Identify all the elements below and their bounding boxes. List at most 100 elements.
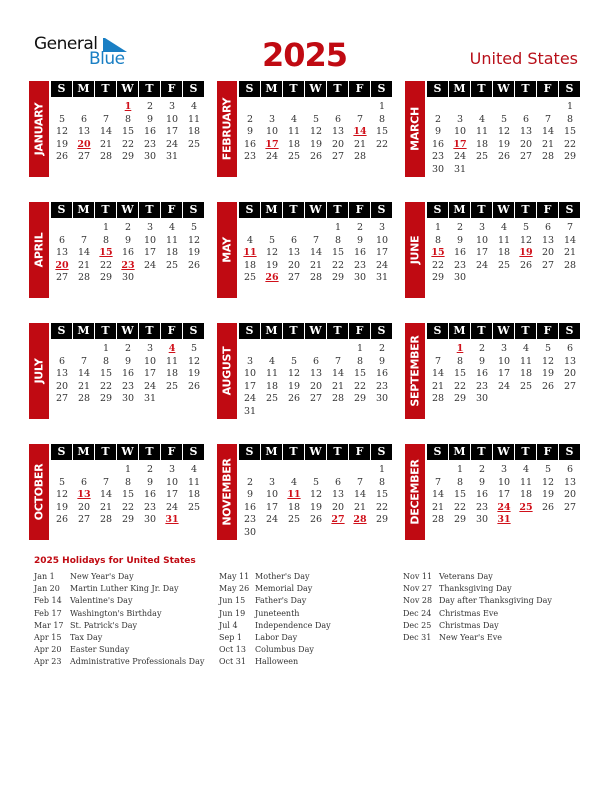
weekday-label: T — [95, 444, 116, 460]
day: 11 — [475, 126, 489, 138]
day: 29 — [99, 272, 113, 284]
day: 13 — [331, 489, 345, 501]
holiday-name: New Year's Eve — [439, 632, 502, 642]
day: 12 — [265, 247, 279, 259]
holiday-day: 26 — [265, 272, 279, 284]
month-name: APRIL — [32, 232, 46, 268]
day: 12 — [287, 368, 301, 380]
day: 27 — [77, 151, 91, 163]
day: 27 — [541, 259, 555, 271]
week-row: 12 13 14 15 16 17 18 — [51, 126, 205, 139]
holiday-item: Jan 1 New Year's Day — [34, 571, 204, 583]
month-december: DECEMBER S M T W T F S 1 2 3 4 5 6 7 8 9 10 11 12 13 14 15 16 17… — [405, 444, 593, 540]
day: 3 — [500, 464, 508, 475]
weekday-label: T — [283, 323, 304, 339]
holiday-day: 27 — [331, 514, 345, 526]
day: 26 — [309, 514, 323, 526]
day: 25 — [475, 151, 489, 163]
day: 10 — [375, 234, 389, 246]
day: 9 — [378, 355, 386, 367]
day: 5 — [190, 222, 198, 233]
day: 27 — [519, 151, 533, 163]
day: 6 — [80, 476, 88, 488]
day: 1 — [102, 343, 110, 354]
week-row: 31 — [239, 406, 393, 419]
holiday-item: Oct 13 Columbus Day — [219, 644, 331, 656]
day: 12 — [187, 234, 201, 246]
week-row: 1 2 3 4 5 — [51, 222, 205, 235]
holiday-day: 23 — [121, 259, 135, 271]
weekday-header: SMTWTFS — [51, 444, 205, 460]
day: 16 — [431, 138, 445, 150]
holiday-date: Jul 4 — [219, 620, 238, 630]
day: 27 — [55, 393, 69, 405]
day: 24 — [497, 380, 511, 392]
weekday-label: M — [261, 323, 282, 339]
weekday-label: M — [73, 81, 94, 97]
day: 11 — [497, 234, 511, 246]
week-row: 1 2 3 4 — [51, 464, 205, 477]
day: 22 — [331, 259, 345, 271]
weekday-header: SMTWTFS — [51, 81, 205, 97]
day-grid: 1 2 3 4 5 6 7 8 9 10 11 12 13 14 15 16 17 18 19 20 21 22 23 24 2… — [239, 222, 393, 285]
day: 23 — [353, 259, 367, 271]
day: 5 — [312, 113, 320, 125]
month-label-bar: OCTOBER — [29, 444, 49, 540]
week-row: 9 10 11 12 13 14 15 — [427, 126, 581, 139]
day: 6 — [58, 234, 66, 246]
day: 20 — [519, 138, 533, 150]
day: 28 — [99, 151, 113, 163]
day: 6 — [544, 222, 552, 233]
empty-day — [305, 101, 327, 114]
weekday-label: T — [139, 81, 160, 97]
day: 19 — [497, 138, 511, 150]
day: 2 — [478, 464, 486, 475]
day: 21 — [563, 247, 577, 259]
day: 2 — [456, 222, 464, 233]
week-row: 26 27 28 29 30 31 — [51, 514, 205, 527]
day: 27 — [563, 501, 577, 513]
day-grid: 1 2 3 4 5 6 7 8 9 10 11 12 13 14 15 16 17 18 19 20 21 22 23 24 2… — [239, 343, 393, 419]
empty-day — [283, 527, 305, 540]
day-grid: 1 2 3 4 5 6 7 8 9 10 11 12 13 14 15 16 17 18 19 20 21 22 23 24 2… — [427, 101, 581, 177]
day: 3 — [268, 113, 276, 125]
weekday-label: F — [161, 323, 182, 339]
month-grid: S M T W T F S 1 2 3 4 5 6 7 8 9 10 11 12 13 14 15 16 17 18 19 20 21… — [239, 444, 393, 538]
empty-day — [427, 464, 449, 477]
week-row: 28 29 30 31 — [427, 514, 581, 527]
empty-day — [327, 101, 349, 114]
holiday-item: Nov 11 Veterans Day — [403, 571, 552, 583]
day: 9 — [124, 234, 132, 246]
empty-day — [427, 101, 449, 114]
holiday-day: 20 — [55, 259, 69, 271]
day: 25 — [287, 151, 301, 163]
weekday-label: S — [371, 323, 392, 339]
day: 19 — [541, 489, 555, 501]
week-row: 6 7 8 9 10 11 12 — [51, 356, 205, 369]
day: 5 — [522, 222, 530, 233]
day: 7 — [80, 234, 88, 246]
weekday-label: S — [427, 202, 448, 218]
empty-day — [305, 527, 327, 540]
week-row: 23 24 25 26 27 28 — [239, 151, 393, 164]
day: 1 — [356, 343, 364, 354]
day: 7 — [434, 355, 442, 367]
weekday-label: T — [327, 323, 348, 339]
weekday-label: T — [283, 444, 304, 460]
holiday-date: Oct 31 — [219, 657, 246, 667]
day: 12 — [541, 355, 555, 367]
holiday-date: Feb 17 — [34, 608, 62, 618]
weekday-label: M — [261, 444, 282, 460]
weekday-header: SMTWTFS — [239, 444, 393, 460]
day: 6 — [522, 113, 530, 125]
holiday-name: Memorial Day — [255, 584, 313, 594]
holiday-item: Jul 4 Independence Day — [219, 620, 331, 632]
day: 13 — [55, 247, 69, 259]
month-name: SEPTEMBER — [408, 335, 422, 407]
holiday-item: Apr 23 Administrative Professionals Day — [34, 656, 204, 668]
day: 6 — [80, 113, 88, 125]
day: 25 — [287, 514, 301, 526]
day-grid: 1 2 3 4 5 6 7 8 9 10 11 12 13 14 15 16 17 18 19 20 21 22 23 24 2… — [51, 101, 205, 164]
day: 21 — [431, 380, 445, 392]
weekday-label: T — [139, 444, 160, 460]
